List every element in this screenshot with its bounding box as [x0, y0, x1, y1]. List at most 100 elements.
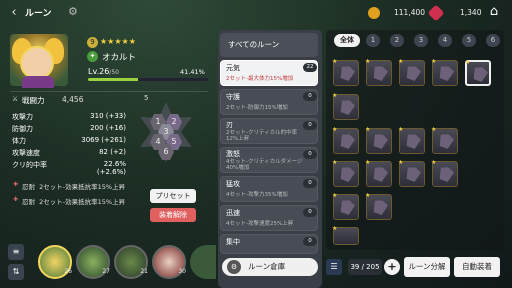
stat-value: 310 (+33) [90, 112, 126, 120]
stat-value: 3069 (+261) [81, 136, 126, 144]
rune-set-count: 0 [303, 150, 317, 159]
auto-equip-button[interactable]: 自動装着 [454, 257, 500, 277]
sort-list-icon[interactable]: ☰ [326, 259, 342, 275]
storage-icon: ⚙ [227, 260, 241, 274]
tab-all[interactable]: 全体 [334, 34, 360, 47]
rune-item[interactable]: ★ [332, 58, 359, 86]
stat-label: 体力 [12, 137, 26, 145]
rune-item[interactable]: ★ [398, 126, 425, 154]
home-icon[interactable]: ⌂ [486, 4, 502, 20]
xp-percent: 41.41% [180, 68, 205, 76]
rune-item[interactable]: ★ [332, 159, 359, 187]
element-icon: ✦ [87, 51, 98, 62]
set-effect-icon: ✚ [13, 196, 19, 203]
tab-slot-6[interactable]: 6 [486, 34, 500, 47]
filter-icon[interactable]: ⇅ [8, 264, 24, 280]
xp-bar-fill [88, 78, 138, 81]
rune-item[interactable]: ★ [431, 126, 458, 154]
page-title: ルーン [25, 9, 52, 19]
xp-bar [88, 78, 208, 81]
gear-icon[interactable]: ⚙ [68, 6, 78, 18]
expand-inventory-button[interactable]: + [384, 259, 400, 275]
rune-set-name: 元気 [226, 64, 240, 72]
stat-value: 200 (+16) [90, 124, 126, 132]
unequip-button[interactable]: 装着解除 [150, 208, 196, 222]
tab-slot-4[interactable]: 4 [438, 34, 452, 47]
rune-set-name: 刃 [226, 121, 233, 129]
all-runes-header[interactable]: すべてのルーン [220, 33, 318, 57]
set-name: 忍耐 [22, 183, 35, 191]
rune-item[interactable]: ★ [365, 159, 392, 187]
rune-set-name: 猛攻 [226, 180, 240, 188]
rune-dismantle-button[interactable]: ルーン分解 [404, 257, 450, 277]
hero-level-max: /50 [109, 69, 119, 76]
rune-item[interactable]: ★ [365, 126, 392, 154]
set-text: 2セット-効果抵抗率15%上昇 [39, 198, 126, 206]
rune-set-count: 0 [303, 237, 317, 246]
tab-slot-1[interactable]: 1 [366, 34, 380, 47]
hero-thumb-level: 27 [102, 268, 110, 275]
rune-slot-top-number: 5 [144, 94, 149, 102]
tab-slot-2[interactable]: 2 [390, 34, 404, 47]
rune-set-name: 守護 [226, 93, 240, 101]
gold-coin-icon [368, 7, 380, 19]
rune-item[interactable]: ★ [332, 192, 359, 220]
rune-set-desc: 2セット-最大体力15%増加 [226, 76, 294, 82]
rune-set-name: 集中 [226, 238, 240, 246]
rune-set-desc: 2セット-防御力15%増加 [226, 105, 288, 111]
rune-set-count: 22 [303, 63, 317, 72]
rune-set-desc: 4セット-攻撃速度25%上昇 [226, 221, 294, 227]
gem-icon [427, 4, 445, 22]
rune-set-desc: 4セット-攻撃力35%増加 [226, 192, 288, 198]
combat-power-value: 4,456 [62, 95, 84, 104]
hero-thumb-partial[interactable] [190, 245, 216, 279]
set-effect-icon: ✚ [13, 181, 19, 188]
hero-thumb-level: 26 [64, 268, 72, 275]
rune-item[interactable]: ★ [465, 59, 491, 86]
hero-name: オカルト [102, 53, 137, 63]
inventory-count: 39 / 205 [348, 259, 382, 275]
rune-set-count: 0 [303, 92, 317, 101]
hero-thumb-level: 21 [140, 268, 148, 275]
back-arrow-icon[interactable]: ‹ [6, 5, 22, 21]
sort-icon[interactable]: ≡ [8, 244, 24, 260]
rune-item[interactable]: ★ [332, 225, 359, 245]
rune-item[interactable]: ★ [431, 58, 458, 86]
rune-slot-board: 1 2 3 4 5 6 [136, 102, 196, 162]
hero-level: Lv.26/50 [88, 67, 119, 76]
stat-value: 82 (+2) [99, 148, 126, 156]
combat-power-label: 戦闘力 [22, 96, 45, 105]
rune-set-count: 0 [303, 121, 317, 130]
top-bar: ‹ ルーン ⚙ 111,400 1,340 ⌂ [0, 0, 512, 26]
gem-amount: 1,340 [460, 8, 482, 17]
stat-label: クリ的中率 [12, 161, 47, 169]
gold-amount: 111,400 [394, 8, 426, 17]
stat-label: 攻撃速度 [12, 149, 40, 157]
hero-grade-badge: 9 [87, 37, 98, 48]
rune-item[interactable]: ★ [431, 159, 458, 187]
set-effect: 忍耐 2セット-効果抵抗率15%上昇 [22, 196, 125, 206]
rune-item[interactable]: ★ [398, 159, 425, 187]
rune-item[interactable]: ★ [365, 58, 392, 86]
set-text: 2セット-効果抵抗率15%上昇 [39, 183, 126, 191]
hero-stars: ★★★★★ [100, 37, 136, 46]
divider [10, 91, 208, 92]
set-effect: 忍耐 2セット-効果抵抗率15%上昇 [22, 181, 125, 191]
sword-icon: ⚔ [12, 95, 19, 103]
rune-item[interactable]: ★ [332, 92, 359, 120]
rune-item[interactable]: ★ [365, 192, 392, 220]
preset-button[interactable]: プリセット [150, 189, 196, 203]
stat-label: 攻撃力 [12, 113, 33, 121]
tab-slot-5[interactable]: 5 [462, 34, 476, 47]
hero-level-value: Lv.26 [88, 67, 110, 76]
rune-set-count: 0 [303, 179, 317, 188]
hero-body [22, 76, 54, 88]
hero-face [20, 46, 54, 80]
rune-item[interactable]: ★ [332, 126, 359, 154]
rune-set-name: 激怒 [226, 150, 240, 158]
stat-value: 22.6% (+2.6%) [96, 160, 126, 176]
tab-slot-3[interactable]: 3 [414, 34, 428, 47]
rune-set-name: 迅速 [226, 209, 240, 217]
rune-item[interactable]: ★ [398, 58, 425, 86]
rune-set-desc: 4セット-クリティカルダメージ 40%増加 [226, 159, 303, 171]
